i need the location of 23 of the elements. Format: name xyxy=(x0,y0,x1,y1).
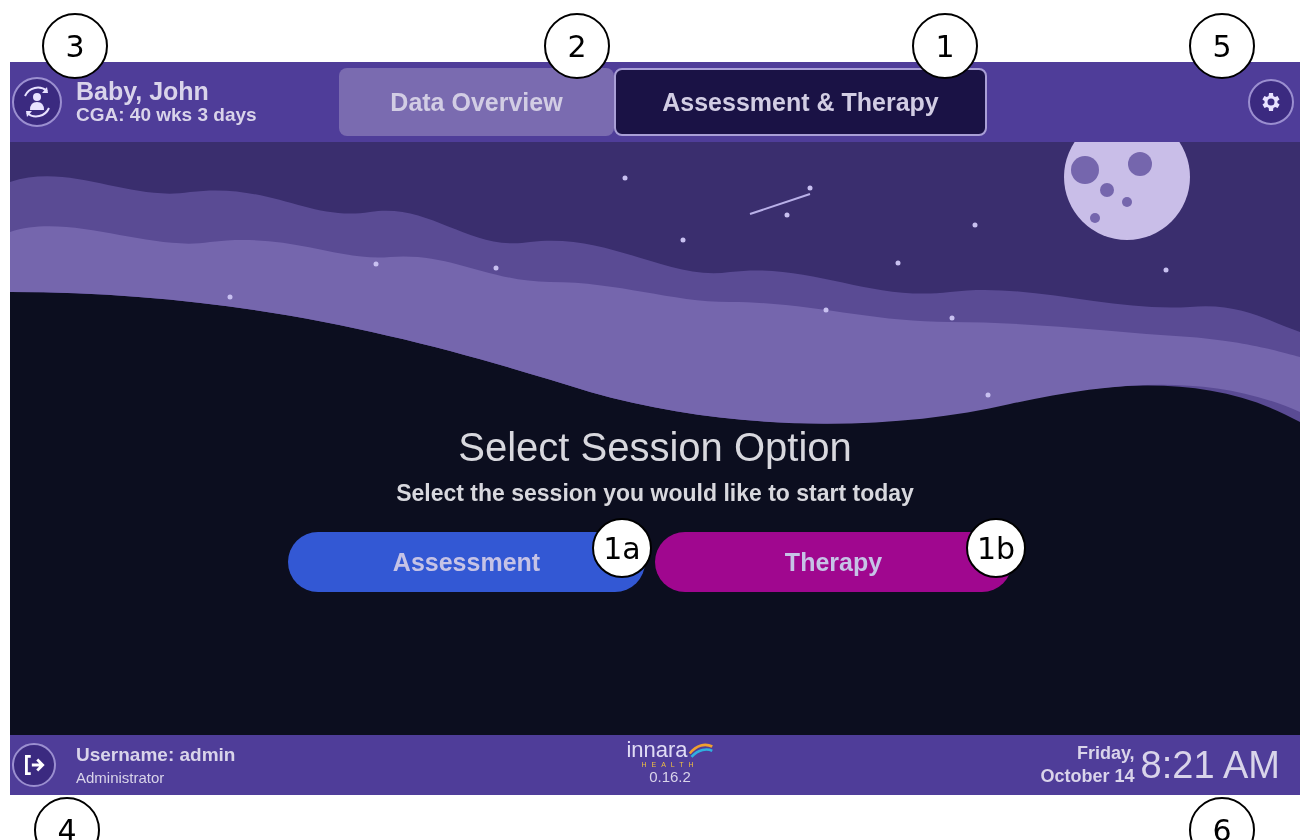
session-subtitle: Select the session you would like to start today xyxy=(396,480,914,507)
logout-button[interactable] xyxy=(12,743,56,787)
callout-number: 2 xyxy=(544,13,610,79)
settings-button[interactable] xyxy=(1248,79,1294,125)
nav-tab[interactable]: Data Overview xyxy=(339,68,614,136)
logo-swoosh-icon xyxy=(687,741,714,759)
patient-age: CGA: 40 wks 3 days xyxy=(76,104,258,126)
callout-number: 6 xyxy=(1189,797,1255,840)
date-label: October 14 xyxy=(1040,765,1135,788)
callout-number: 4 xyxy=(34,797,100,840)
user-role: Administrator xyxy=(76,769,166,786)
clock-time: 8:21 AM xyxy=(1140,743,1280,787)
session-title: Select Session Option xyxy=(458,425,852,470)
version-label: 0.16.2 xyxy=(649,768,691,785)
patient-switch-button[interactable] xyxy=(12,77,62,127)
patient-name: Baby, John xyxy=(76,78,210,104)
nav-tab[interactable]: Assessment & Therapy xyxy=(614,68,987,136)
callout-number: 5 xyxy=(1189,13,1255,79)
callout-number: 1 xyxy=(912,13,978,79)
logo-wordmark: innara xyxy=(626,739,688,761)
username-label: Username: admin xyxy=(76,744,236,766)
callout-number: 3 xyxy=(42,13,108,79)
day-label: Friday, xyxy=(1076,742,1135,765)
